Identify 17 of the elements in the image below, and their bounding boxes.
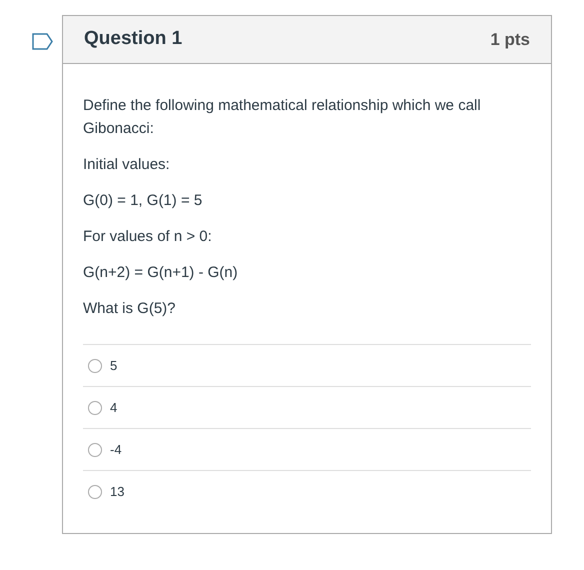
radio-button[interactable]: [88, 485, 102, 499]
question-text: Initial values:: [83, 155, 171, 175]
radio-button[interactable]: [88, 442, 102, 456]
question-text: G(n+2) = G(n+1) - G(n): [83, 263, 239, 283]
answer-label: 13: [110, 483, 124, 502]
question-text: G(0) = 1, G(1) = 5: [83, 191, 204, 211]
question-text: For values of n > 0:: [83, 227, 213, 247]
bookmark-flag-icon[interactable]: [32, 33, 53, 50]
answer-label: 4: [110, 398, 118, 417]
answer-label: -4: [110, 440, 122, 459]
question-text: What is G(5)?: [83, 299, 177, 319]
radio-button[interactable]: [88, 400, 102, 414]
points-label: 1 pts: [490, 28, 530, 51]
question-title: Question 1: [84, 27, 182, 52]
answer-label: 5: [110, 356, 118, 375]
radio-button[interactable]: [88, 358, 102, 372]
question-text: Define the following mathematical relationship which we call Gibonacci:: [83, 96, 482, 139]
